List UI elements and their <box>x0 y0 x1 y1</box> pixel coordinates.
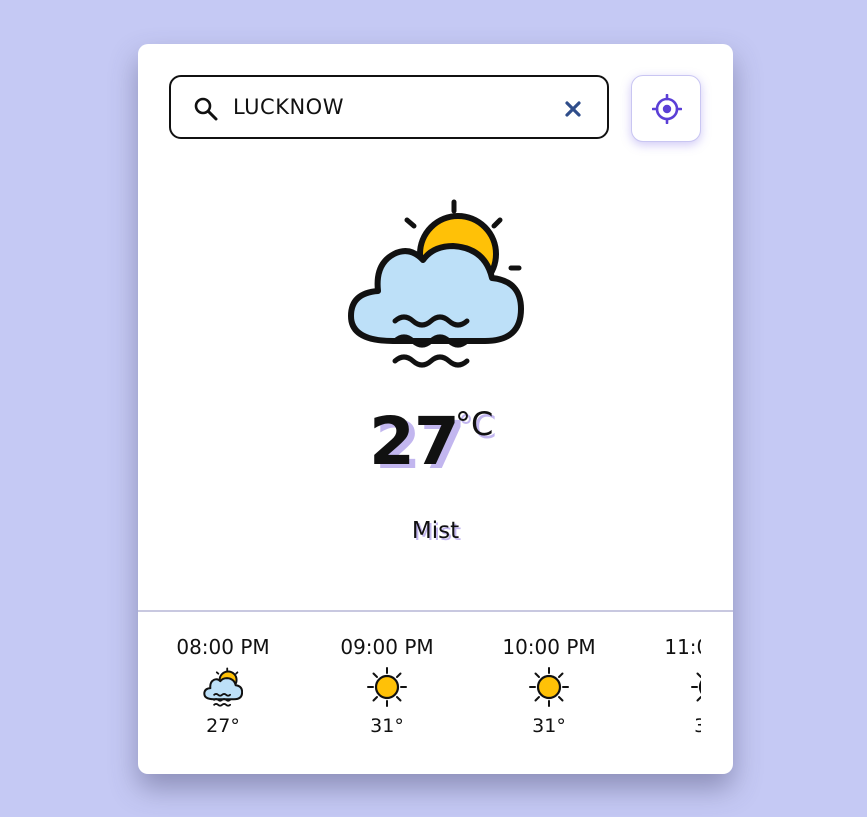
crosshair-icon <box>652 94 682 124</box>
mist-cloud-sun-icon <box>203 667 243 707</box>
weather-card: 27 °C Mist 08:00 PM 27° 09:00 PM <box>138 44 733 774</box>
forecast-temperature: 31° <box>370 715 404 737</box>
forecast-time: 11:00 PM <box>664 635 701 659</box>
forecast-time: 08:00 PM <box>176 635 270 659</box>
forecast-temperature: 31° <box>532 715 566 737</box>
forecast-time: 10:00 PM <box>502 635 596 659</box>
current-temperature: 27 <box>369 403 460 480</box>
search-box <box>169 75 609 139</box>
divider <box>138 610 733 612</box>
forecast-temperature: 27° <box>206 715 240 737</box>
sun-icon <box>367 667 407 707</box>
sun-icon <box>529 667 569 707</box>
forecast-item: 09:00 PM 31° <box>302 619 466 759</box>
search-input[interactable] <box>233 87 553 127</box>
clear-icon[interactable] <box>565 101 581 117</box>
forecast-item: 11:00 PM 31° <box>626 619 701 759</box>
forecast-temperature: 31° <box>694 715 701 737</box>
current-location-button[interactable] <box>631 75 701 142</box>
hourly-forecast[interactable]: 08:00 PM 27° 09:00 PM 31° 10:00 PM 31° 1… <box>138 619 701 769</box>
forecast-item: 08:00 PM 27° <box>138 619 302 759</box>
sun-icon <box>691 672 701 702</box>
forecast-time: 09:00 PM <box>340 635 434 659</box>
forecast-item: 10:00 PM 31° <box>464 619 628 759</box>
search-icon <box>194 97 218 121</box>
weather-condition: Mist <box>411 518 460 544</box>
mist-cloud-sun-icon <box>348 199 524 368</box>
temperature-unit: °C <box>455 405 494 443</box>
